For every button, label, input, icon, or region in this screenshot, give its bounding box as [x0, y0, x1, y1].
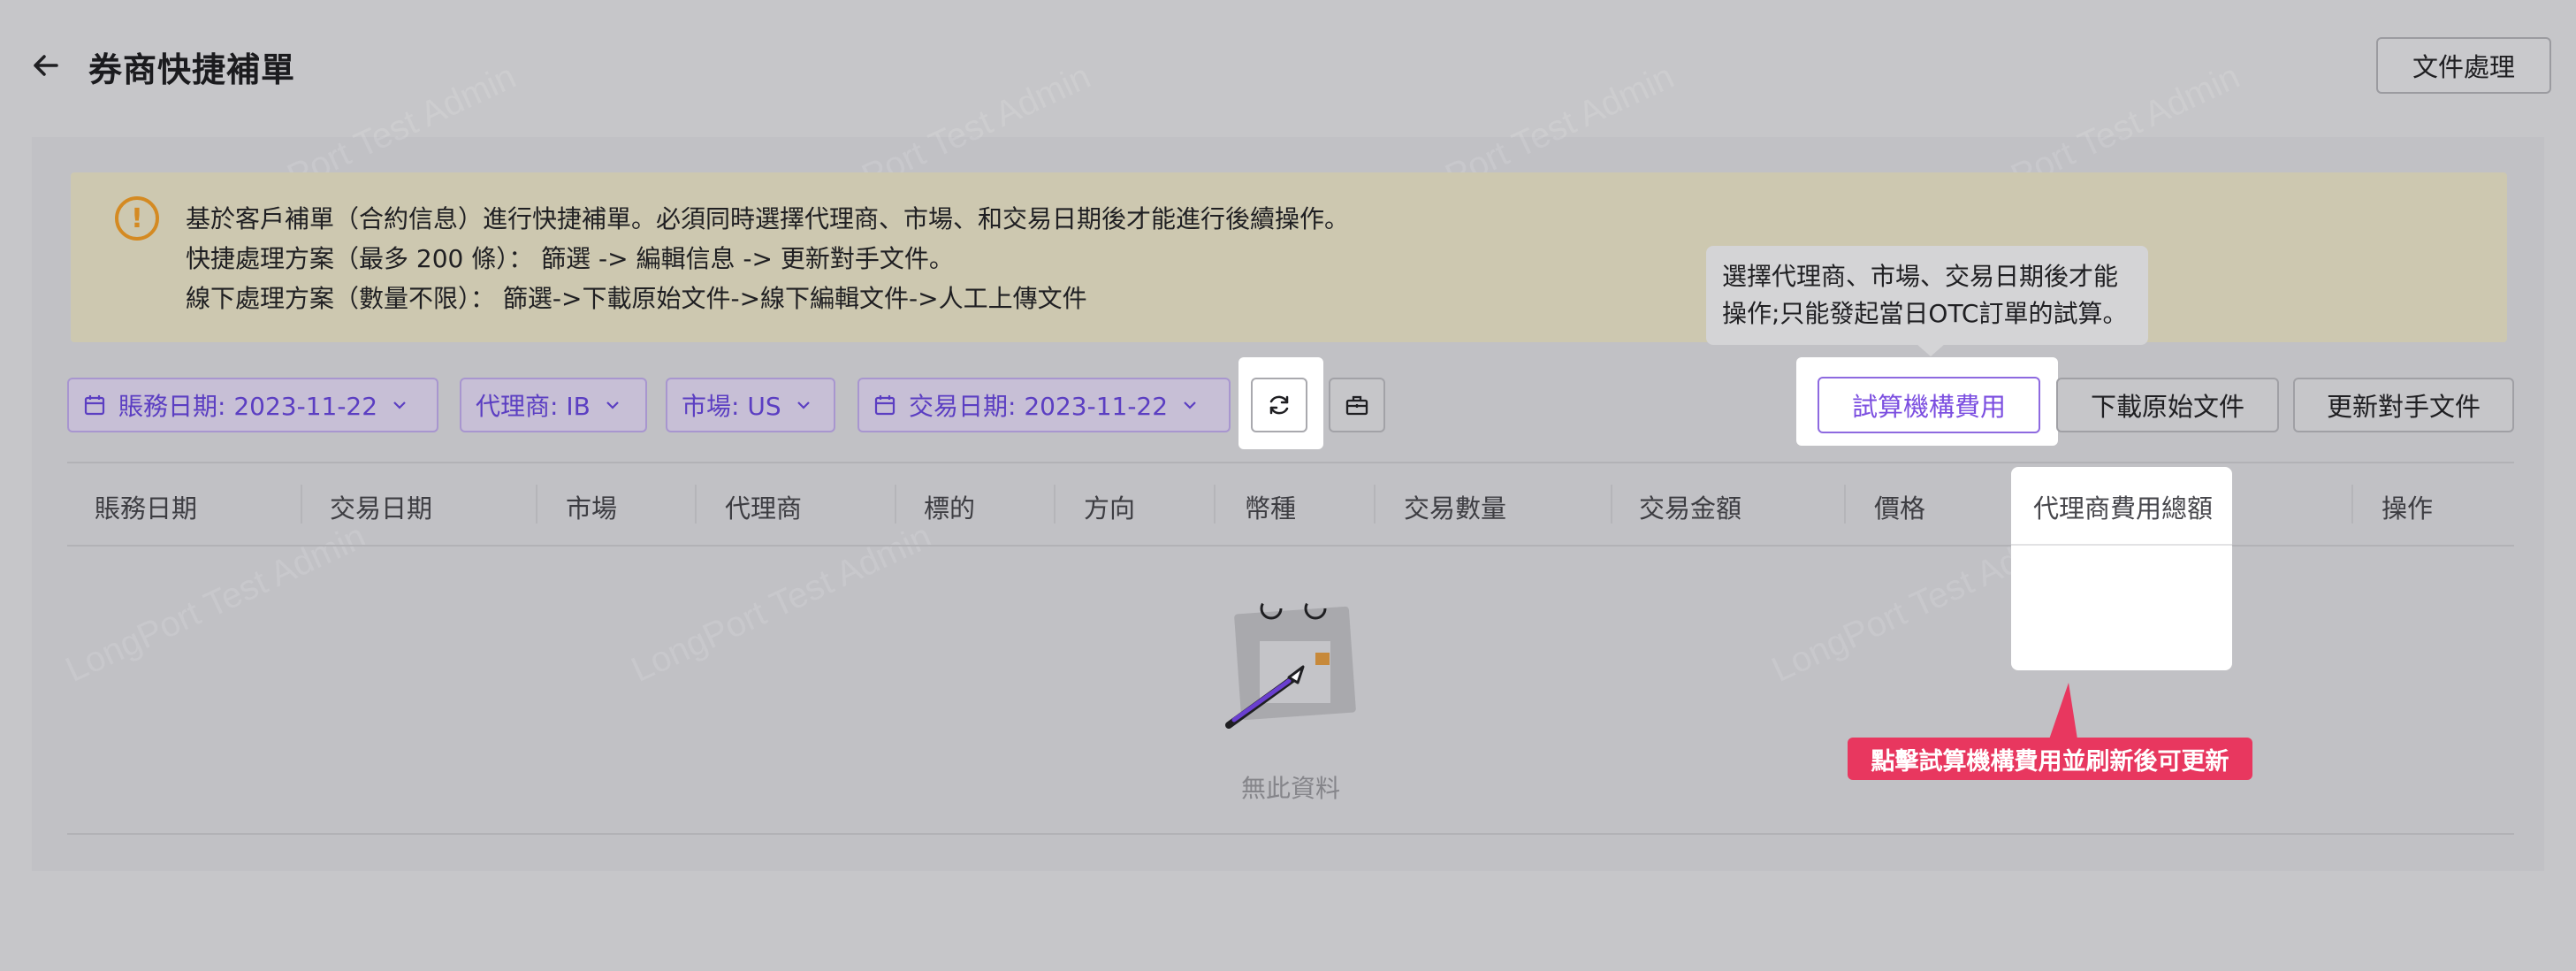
agent-fee-column-divider	[2011, 544, 2232, 546]
chevron-down-icon	[606, 401, 619, 409]
column-separator	[1611, 485, 1612, 524]
column-header-amount: 交易金額	[1639, 493, 1742, 524]
refresh-icon	[1269, 395, 1289, 415]
table-bottom-divider	[67, 833, 2514, 835]
market-filter-label: 市場: US	[682, 392, 781, 421]
update-counterparty-button[interactable]: 更新對手文件	[2293, 378, 2514, 432]
chevron-down-icon	[393, 401, 406, 409]
toolbox-icon	[1345, 395, 1368, 416]
empty-state-text: 無此資料	[1241, 774, 1341, 803]
column-separator	[1844, 485, 1846, 524]
column-separator	[895, 485, 896, 524]
column-header-agent: 代理商	[725, 493, 803, 524]
account-date-filter[interactable]: 賬務日期: 2023-11-22	[67, 378, 438, 432]
download-original-button[interactable]: 下載原始文件	[2056, 378, 2279, 432]
column-header-direction: 方向	[1084, 493, 1136, 524]
document-processing-button[interactable]: 文件處理	[2376, 37, 2551, 94]
exclamation-circle-icon: !	[115, 196, 159, 241]
column-header-trade-date: 交易日期	[330, 493, 433, 524]
notice-line-2: 快捷處理方案（最多 200 條）： 篩選 -> 編輯信息 -> 更新對手文件。	[186, 244, 954, 273]
column-separator	[301, 485, 302, 524]
calendar-icon	[84, 395, 105, 416]
chevron-down-icon	[1184, 401, 1196, 409]
page-header: 券商快捷補單 文件處理	[0, 0, 2576, 133]
column-separator	[1214, 485, 1216, 524]
notice-line-1: 基於客戶補單（合約信息）進行快捷補單。必須同時選擇代理商、市場、和交易日期後才能…	[186, 204, 1350, 233]
tooltip-line-2: 操作;只能發起當日OTC訂單的試算。	[1722, 299, 2128, 328]
empty-state-illustration	[1220, 593, 1361, 734]
tooltip-line-1: 選擇代理商、市場、交易日期後才能	[1722, 262, 2119, 291]
callout-annotation: 點擊試算機構費用並刷新後可更新	[1848, 738, 2252, 780]
calendar-icon	[874, 395, 896, 416]
calc-fee-button[interactable]: 試算機構費用	[1818, 377, 2040, 433]
chevron-down-icon	[796, 401, 810, 409]
calc-fee-tooltip: 選擇代理商、市場、交易日期後才能 操作;只能發起當日OTC訂單的試算。	[1706, 246, 2148, 345]
column-header-market: 市場	[566, 493, 618, 524]
table-top-divider	[67, 462, 2514, 463]
column-header-price: 價格	[1874, 493, 1926, 524]
toolbox-button[interactable]	[1329, 378, 1385, 432]
tooltip-arrow	[1917, 344, 1945, 356]
column-header-quantity: 交易數量	[1404, 493, 1507, 524]
refresh-button[interactable]	[1251, 378, 1307, 432]
column-header-actions: 操作	[2382, 493, 2434, 524]
callout-pointer	[2049, 683, 2077, 739]
notice-line-3: 線下處理方案（數量不限）： 篩選->下載原始文件->線下編輯文件->人工上傳文件	[186, 284, 1087, 313]
agent-filter[interactable]: 代理商: IB	[460, 378, 647, 432]
back-arrow-icon[interactable]	[27, 46, 65, 85]
page-title: 券商快捷補單	[88, 50, 296, 89]
market-filter[interactable]: 市場: US	[666, 378, 835, 432]
trade-date-filter-label: 交易日期: 2023-11-22	[909, 392, 1169, 421]
column-separator	[2351, 485, 2353, 524]
column-header-agent-fee-total: 代理商費用總額	[2033, 493, 2214, 524]
account-date-filter-label: 賬務日期: 2023-11-22	[118, 392, 378, 421]
column-separator	[1054, 485, 1056, 524]
column-separator	[695, 485, 697, 524]
agent-filter-label: 代理商: IB	[476, 392, 591, 421]
trade-date-filter[interactable]: 交易日期: 2023-11-22	[857, 378, 1231, 432]
column-header-symbol: 標的	[924, 493, 976, 524]
column-header-currency: 幣種	[1245, 493, 1297, 524]
column-separator	[1374, 485, 1376, 524]
column-header-account-date: 賬務日期	[95, 493, 198, 524]
column-separator	[536, 485, 537, 524]
